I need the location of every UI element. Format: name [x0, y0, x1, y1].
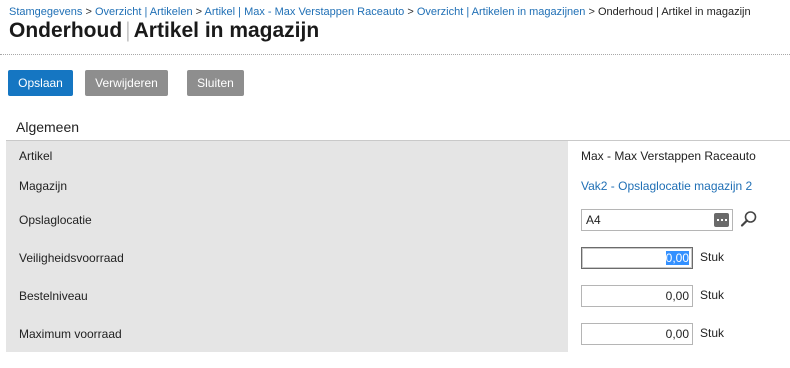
header-divider — [0, 54, 790, 55]
search-icon[interactable] — [740, 210, 758, 228]
save-button[interactable]: Opslaan — [8, 70, 73, 96]
maximum-voorraad-unit: Stuk — [700, 326, 725, 340]
title-divider: | — [125, 19, 131, 42]
breadcrumb-separator: > — [407, 6, 414, 18]
breadcrumb: Stamgegevens > Overzicht | Artikelen > A… — [9, 5, 751, 19]
maximum-voorraad-label: Maximum voorraad — [19, 327, 122, 341]
page-title-sub: Artikel in magazijn — [133, 19, 320, 42]
magazijn-link[interactable]: Vak2 - Opslaglocatie magazijn 2 — [581, 179, 752, 193]
maximum-voorraad-input[interactable]: 0,00 — [581, 323, 693, 345]
breadcrumb-link-overzicht-artikelen[interactable]: Overzicht | Artikelen — [95, 6, 193, 18]
breadcrumb-separator: > — [85, 6, 92, 18]
breadcrumb-link-artikelen-in-magazijnen[interactable]: Overzicht | Artikelen in magazijnen — [417, 6, 586, 18]
bestelniveau-unit: Stuk — [700, 288, 725, 302]
veiligheidsvoorraad-label: Veiligheidsvoorraad — [19, 251, 124, 265]
veiligheidsvoorraad-value: 0,00 — [665, 251, 689, 265]
opslaglocatie-lookup-field[interactable]: A4 — [581, 209, 733, 231]
artikel-label: Artikel — [19, 149, 53, 163]
breadcrumb-link-artikel[interactable]: Artikel | Max - Max Verstappen Raceauto — [205, 6, 405, 18]
breadcrumb-current: Onderhoud | Artikel in magazijn — [597, 6, 751, 18]
breadcrumb-separator: > — [195, 6, 203, 18]
breadcrumb-link-stamgegevens[interactable]: Stamgegevens — [9, 6, 82, 18]
more-options-icon[interactable] — [714, 213, 729, 227]
delete-button[interactable]: Verwijderen — [85, 70, 168, 96]
breadcrumb-separator: > — [588, 6, 595, 18]
veiligheidsvoorraad-input[interactable]: 0,00 — [581, 247, 693, 269]
form-label-column — [6, 141, 568, 352]
opslaglocatie-label: Opslaglocatie — [19, 213, 92, 227]
close-button[interactable]: Sluiten — [187, 70, 244, 96]
bestelniveau-input[interactable]: 0,00 — [581, 285, 693, 307]
bestelniveau-label: Bestelniveau — [19, 289, 88, 303]
page-title-main: Onderhoud — [9, 19, 123, 42]
magazijn-label: Magazijn — [19, 179, 68, 193]
artikel-value: Max - Max Verstappen Raceauto — [581, 149, 756, 163]
page-title: Onderhoud | Artikel in magazijn — [9, 19, 319, 43]
section-title: Algemeen — [16, 119, 80, 135]
veiligheidsvoorraad-unit: Stuk — [700, 250, 725, 264]
opslaglocatie-value: A4 — [586, 213, 601, 227]
